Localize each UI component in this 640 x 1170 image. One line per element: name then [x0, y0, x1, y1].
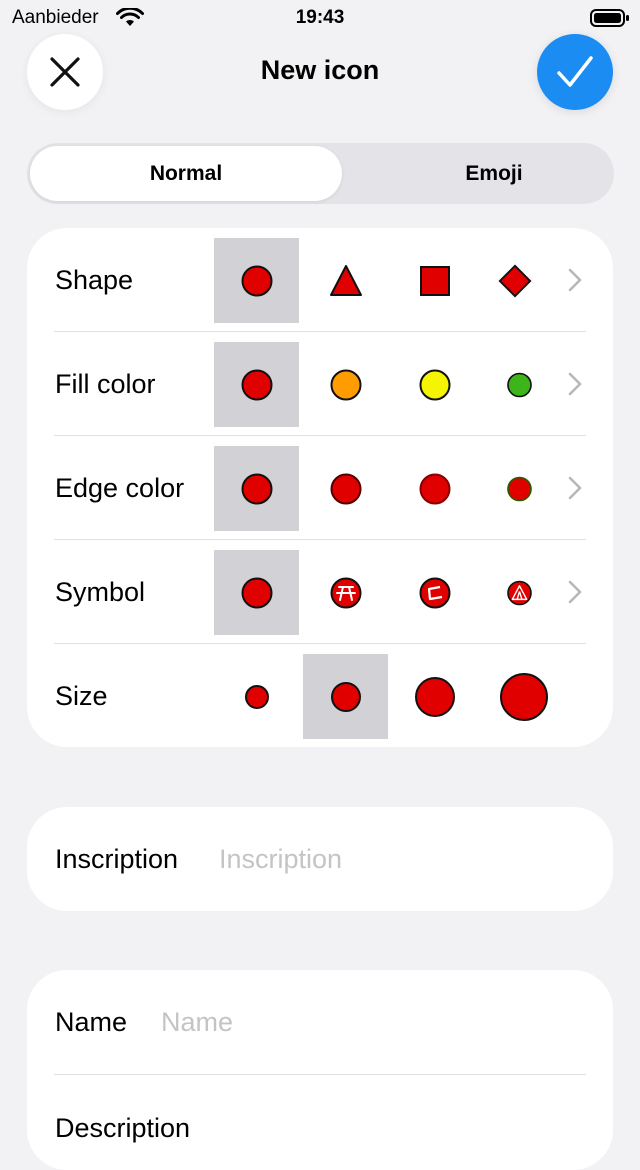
size-option-small[interactable] [303, 654, 388, 739]
green-swatch-icon [507, 372, 532, 397]
fill-color-option-yellow[interactable] [392, 342, 477, 427]
fill-color-label: Fill color [55, 369, 156, 399]
status-bar: Aanbieder 19:43 [0, 0, 640, 34]
fill-color-row: Fill color [27, 332, 613, 436]
segment-emoji[interactable]: Emoji [347, 143, 640, 204]
medium-size-icon [414, 676, 455, 717]
name-label: Name [55, 1007, 128, 1037]
edge-color-option-dark-red[interactable] [303, 446, 388, 531]
size-option-large[interactable] [481, 654, 566, 739]
size-row: Size [27, 644, 613, 748]
camping-tent-icon [507, 580, 532, 605]
dark-red-edge-swatch-icon [330, 473, 361, 504]
checkmark-icon [557, 56, 593, 87]
icon-options-card: Shape Fill color Edge color Symbol Size [27, 228, 613, 747]
fill-color-option-red[interactable] [214, 342, 299, 427]
no-symbol-icon [241, 577, 272, 608]
diamond-shape-icon [498, 264, 532, 297]
circle-shape-icon [241, 265, 272, 296]
inscription-input[interactable] [219, 841, 579, 877]
maroon-edge-swatch-icon [419, 473, 450, 504]
inscription-label: Inscription [55, 844, 179, 874]
picnic-table-icon [330, 577, 361, 608]
status-time: 19:43 [295, 7, 345, 28]
size-option-medium[interactable] [392, 654, 477, 739]
symbol-label: Symbol [55, 577, 146, 607]
edge-color-label: Edge color [55, 473, 185, 503]
symbol-option-picnic-table[interactable] [303, 550, 388, 635]
chevron-right-icon[interactable] [568, 580, 582, 604]
orange-swatch-icon [330, 369, 361, 400]
yellow-swatch-icon [419, 369, 450, 400]
battery-icon [590, 8, 630, 33]
row-divider [54, 1074, 586, 1075]
fill-color-option-orange[interactable] [303, 342, 388, 427]
shape-label: Shape [55, 265, 134, 295]
shape-option-diamond[interactable] [497, 238, 533, 323]
shape-option-square[interactable] [392, 238, 477, 323]
name-description-card: Name Description [27, 970, 613, 1170]
size-label: Size [55, 681, 108, 711]
fill-color-option-green[interactable] [506, 342, 533, 427]
segment-normal[interactable]: Normal [30, 146, 342, 201]
shape-option-circle[interactable] [214, 238, 299, 323]
symbol-row: Symbol [27, 540, 613, 644]
shape-row: Shape [27, 228, 613, 332]
chevron-right-icon[interactable] [568, 268, 582, 292]
edge-color-row: Edge color [27, 436, 613, 540]
chevron-right-icon[interactable] [568, 476, 582, 500]
shape-option-triangle[interactable] [303, 238, 388, 323]
symbol-option-tent[interactable] [506, 550, 533, 635]
green-edge-swatch-icon [507, 476, 532, 501]
inscription-card: Inscription [27, 807, 613, 911]
black-edge-swatch-icon [241, 473, 272, 504]
small-size-icon [330, 681, 361, 712]
icon-type-segmented-control: Normal Emoji [27, 143, 614, 204]
square-shape-icon [419, 265, 450, 296]
red-swatch-icon [241, 369, 272, 400]
edge-color-option-black[interactable] [214, 446, 299, 531]
confirm-button[interactable] [537, 34, 613, 110]
large-size-icon [499, 672, 548, 721]
edge-color-option-maroon[interactable] [392, 446, 477, 531]
edge-color-option-green[interactable] [506, 446, 533, 531]
size-option-extra-small[interactable] [214, 654, 299, 739]
triangle-shape-icon [329, 264, 362, 296]
c-sign-icon [419, 577, 450, 608]
symbol-option-none[interactable] [214, 550, 299, 635]
name-input[interactable] [161, 1004, 581, 1040]
symbol-option-c-sign[interactable] [392, 550, 477, 635]
chevron-right-icon[interactable] [568, 372, 582, 396]
extra-small-size-icon [244, 684, 269, 709]
description-label[interactable]: Description [55, 1113, 190, 1144]
